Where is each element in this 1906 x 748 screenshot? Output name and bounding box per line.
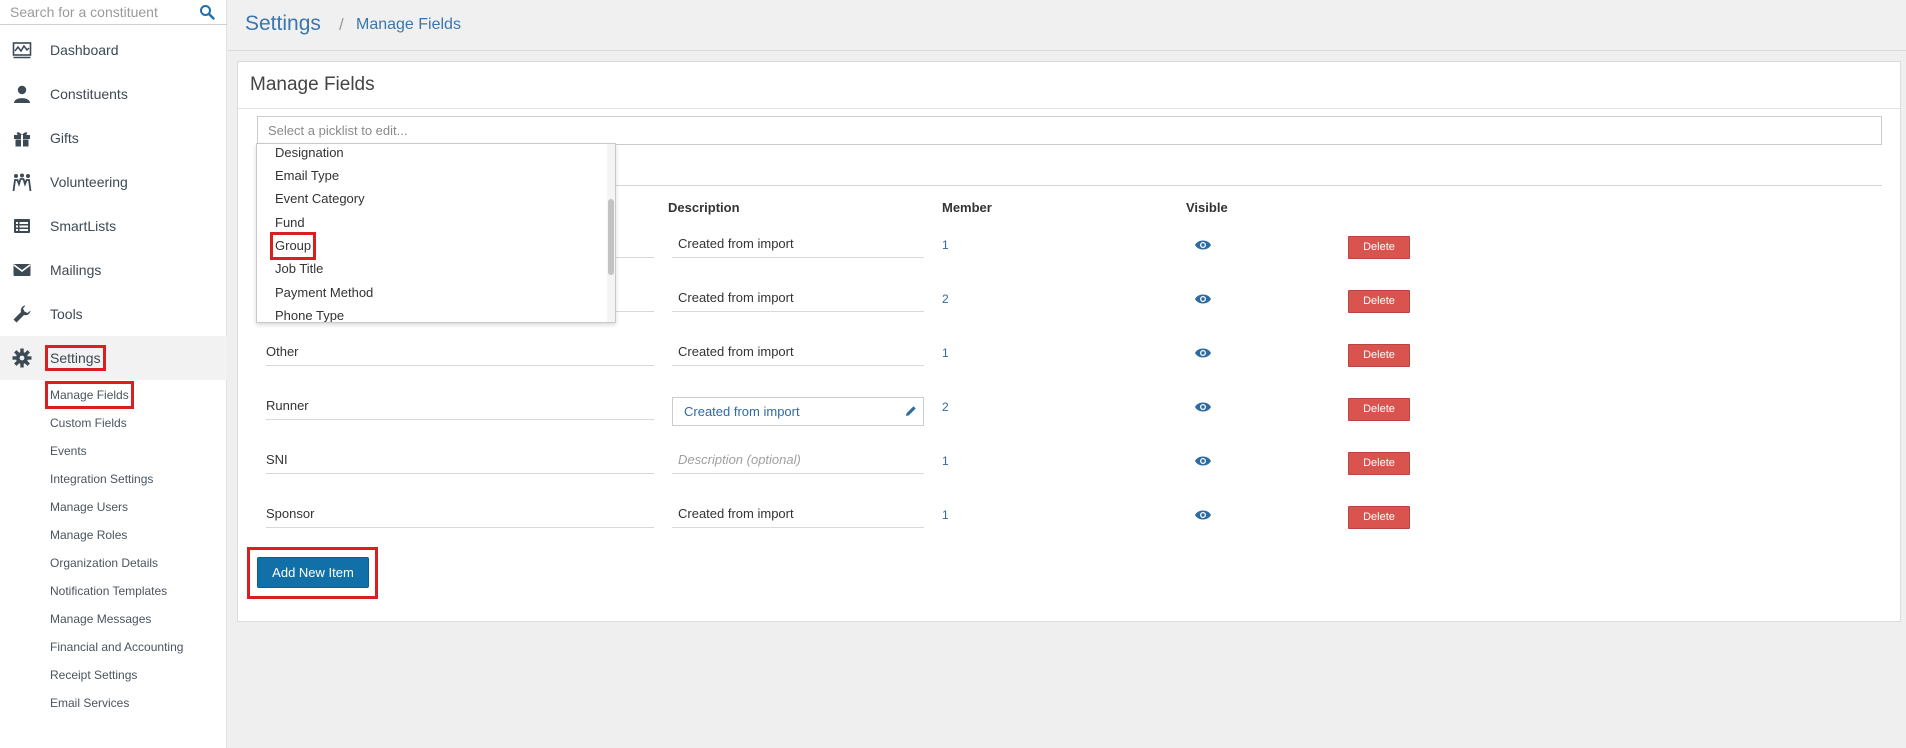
column-header-description: Description: [668, 200, 740, 215]
breadcrumb-separator: /: [339, 15, 344, 34]
person-icon: [14, 85, 30, 103]
item-description-field[interactable]: Created from import: [672, 230, 924, 258]
sidebar-subitem-notification-templates[interactable]: Notification Templates: [50, 582, 167, 600]
sidebar-item-label: Volunteering: [50, 174, 128, 190]
sidebar-item-label: Constituents: [50, 86, 128, 102]
breadcrumb-manage-fields[interactable]: Manage Fields: [356, 16, 461, 34]
item-description-field[interactable]: Description (optional): [672, 446, 924, 474]
scrollbar-thumb[interactable]: [608, 199, 614, 275]
eye-icon[interactable]: [1194, 347, 1212, 359]
picklist-option[interactable]: Fund: [275, 214, 305, 232]
sidebar-subitem-financial-accounting[interactable]: Financial and Accounting: [50, 638, 183, 656]
sidebar-subitem-manage-roles[interactable]: Manage Roles: [50, 526, 127, 544]
page-header: Settings / Manage Fields: [228, 0, 1906, 51]
divider: [238, 108, 1900, 109]
gear-icon: [12, 348, 32, 368]
sidebar-subitem-organization-details[interactable]: Organization Details: [50, 554, 158, 572]
list-icon: [14, 219, 30, 233]
member-count-link[interactable]: 2: [942, 292, 949, 306]
item-description-field[interactable]: Created from import: [672, 397, 924, 426]
sidebar-item-smartlists[interactable]: SmartLists: [0, 204, 227, 248]
dashboard-icon: [12, 42, 32, 59]
picklist-option[interactable]: Payment Method: [275, 284, 373, 302]
picklist-dropdown: Designation Email Type Event Category Fu…: [256, 143, 616, 323]
eye-icon[interactable]: [1194, 293, 1212, 305]
add-new-item-button[interactable]: Add New Item: [257, 557, 369, 588]
search-icon[interactable]: [199, 4, 215, 20]
picklist-option-group[interactable]: Group: [269, 232, 317, 260]
pencil-icon[interactable]: [905, 405, 917, 417]
member-count-link[interactable]: 1: [942, 346, 949, 360]
column-header-member: Member: [942, 200, 992, 215]
eye-icon[interactable]: [1194, 455, 1212, 467]
sidebar-subitem-manage-fields[interactable]: Manage Fields: [45, 381, 134, 409]
member-count-link[interactable]: 1: [942, 508, 949, 522]
sidebar-item-tools[interactable]: Tools: [0, 292, 227, 336]
sidebar-item-settings[interactable]: Settings: [0, 336, 227, 380]
member-count-link[interactable]: 2: [942, 400, 949, 414]
breadcrumb-settings[interactable]: Settings: [245, 12, 321, 36]
picklist-option[interactable]: Job Title: [275, 260, 323, 278]
picklist-option[interactable]: Phone Type: [275, 307, 344, 322]
sidebar-item-constituents[interactable]: Constituents: [0, 72, 227, 116]
mail-icon: [13, 264, 31, 276]
column-header-visible: Visible: [1186, 200, 1228, 215]
sidebar: Dashboard Constituents Gifts Volunteerin…: [0, 0, 227, 748]
picklist-option[interactable]: Designation: [275, 144, 344, 162]
item-name-field[interactable]: Sponsor: [266, 500, 654, 528]
delete-button[interactable]: Delete: [1348, 506, 1410, 529]
sidebar-item-label: Tools: [50, 306, 83, 322]
sidebar-subitem-manage-messages[interactable]: Manage Messages: [50, 610, 151, 628]
eye-icon[interactable]: [1194, 509, 1212, 521]
delete-button[interactable]: Delete: [1348, 236, 1410, 259]
search-input[interactable]: [0, 0, 190, 24]
item-description-field[interactable]: Created from import: [672, 284, 924, 312]
sidebar-subitem-manage-users[interactable]: Manage Users: [50, 498, 128, 516]
item-description-field[interactable]: Created from import: [672, 500, 924, 528]
gift-icon: [14, 132, 30, 147]
eye-icon[interactable]: [1194, 239, 1212, 251]
scrollbar-track[interactable]: [607, 144, 615, 322]
item-name-field[interactable]: SNI: [266, 446, 654, 474]
sidebar-item-label: Gifts: [50, 130, 79, 146]
volunteer-icon: [12, 173, 32, 192]
item-name-field[interactable]: Other: [266, 338, 654, 366]
sidebar-item-label: Settings: [45, 345, 106, 371]
sidebar-item-gifts[interactable]: Gifts: [0, 116, 227, 160]
wrench-icon: [13, 305, 31, 323]
item-description-text: Created from import: [684, 404, 800, 419]
sidebar-item-dashboard[interactable]: Dashboard: [0, 28, 227, 72]
sidebar-subitem-integration-settings[interactable]: Integration Settings: [50, 470, 153, 488]
picklist-select[interactable]: [257, 116, 1882, 145]
sidebar-subitem-custom-fields[interactable]: Custom Fields: [50, 414, 127, 432]
item-description-field[interactable]: Created from import: [672, 338, 924, 366]
delete-button[interactable]: Delete: [1348, 290, 1410, 313]
constituent-search: [0, 0, 227, 25]
item-name-field[interactable]: Runner: [266, 392, 654, 420]
sidebar-item-mailings[interactable]: Mailings: [0, 248, 227, 292]
sidebar-item-label: Mailings: [50, 262, 102, 278]
delete-button[interactable]: Delete: [1348, 344, 1410, 367]
sidebar-subitem-email-services[interactable]: Email Services: [50, 694, 129, 712]
member-count-link[interactable]: 1: [942, 238, 949, 252]
delete-button[interactable]: Delete: [1348, 398, 1410, 421]
sidebar-item-label: Dashboard: [50, 42, 119, 58]
sidebar-subitem-events[interactable]: Events: [50, 442, 87, 460]
sidebar-item-label: SmartLists: [50, 218, 117, 234]
picklist-option[interactable]: Event Category: [275, 190, 365, 208]
eye-icon[interactable]: [1194, 401, 1212, 413]
panel-title: Manage Fields: [250, 74, 375, 95]
delete-button[interactable]: Delete: [1348, 452, 1410, 475]
sidebar-subitem-receipt-settings[interactable]: Receipt Settings: [50, 666, 137, 684]
sidebar-item-volunteering[interactable]: Volunteering: [0, 160, 227, 204]
picklist-option[interactable]: Email Type: [275, 167, 339, 185]
member-count-link[interactable]: 1: [942, 454, 949, 468]
